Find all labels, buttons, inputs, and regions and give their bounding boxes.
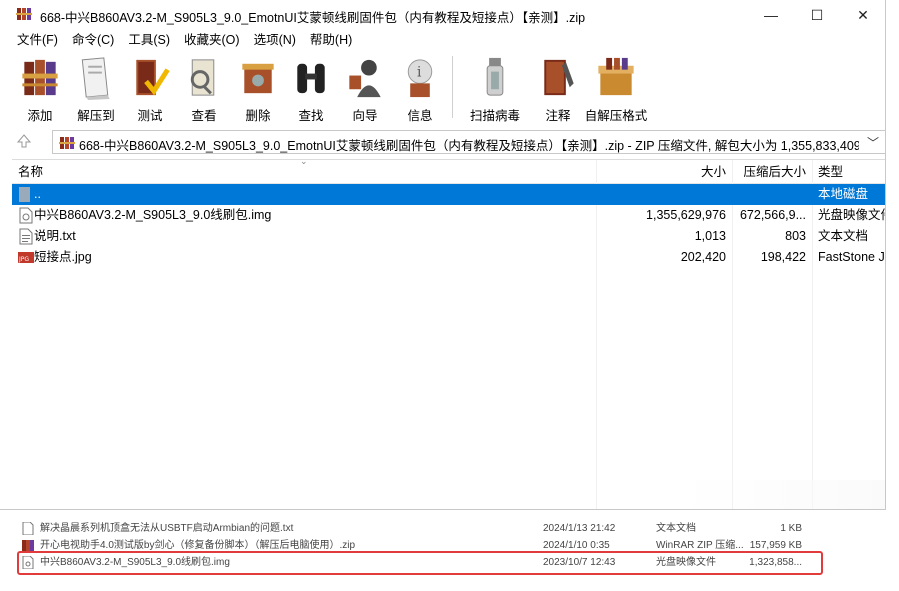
menu-commands[interactable]: 命令(C) bbox=[65, 30, 121, 50]
info-label: 信息 bbox=[407, 109, 433, 123]
list-item[interactable]: 中兴B860AV3.2-M_S905L3_9.0线刷包.img 1,355,62… bbox=[12, 205, 886, 226]
wizard-label: 向导 bbox=[352, 109, 378, 123]
file-date: 2024/1/13 21:42 bbox=[543, 523, 616, 534]
delete-box-icon bbox=[242, 63, 274, 94]
file-size: 1 KB bbox=[780, 523, 802, 534]
address-text: 668-中兴B860AV3.2-M_S905L3_9.0_EmotnUI艾蒙顿线… bbox=[79, 139, 859, 153]
address-row: 668-中兴B860AV3.2-M_S905L3_9.0_EmotnUI艾蒙顿线… bbox=[0, 128, 885, 156]
books-add-icon bbox=[22, 59, 58, 96]
file-size: 1,355,629,976 bbox=[646, 208, 726, 222]
menu-bar: 文件(F) 命令(C) 工具(S) 收藏夹(O) 选项(N) 帮助(H) bbox=[10, 30, 359, 50]
text-file-icon bbox=[22, 522, 34, 535]
find-label: 查找 bbox=[298, 109, 324, 123]
find-button[interactable]: 查找 bbox=[284, 52, 338, 124]
virus-scan-label: 扫描病毒 bbox=[469, 109, 520, 123]
sort-indicator-icon: ⌄ bbox=[300, 156, 308, 166]
extract-book-icon bbox=[81, 57, 110, 101]
column-type-header[interactable]: 类型 bbox=[818, 160, 843, 184]
maximize-button[interactable]: ☐ bbox=[794, 0, 840, 30]
file-size: 1,013 bbox=[694, 229, 726, 243]
menu-help[interactable]: 帮助(H) bbox=[303, 30, 359, 50]
extract-button[interactable]: 解压到 bbox=[68, 52, 124, 124]
svg-text:i: i bbox=[417, 65, 422, 81]
toolbar: 添加 解压到 测试 查看 删除 查找 向导 i 信息 扫描病毒 注释 自解压格式 bbox=[12, 52, 649, 124]
menu-favorites[interactable]: 收藏夹(O) bbox=[177, 30, 247, 50]
extract-label: 解压到 bbox=[77, 109, 115, 123]
file-type: FastStone JPG bbox=[818, 250, 885, 264]
file-type: 文本文档 bbox=[818, 229, 869, 243]
virus-scan-icon bbox=[486, 57, 504, 96]
list-item[interactable]: 说明.txt 1,013 803 文本文档 bbox=[12, 226, 885, 247]
delete-button[interactable]: 删除 bbox=[232, 52, 284, 124]
title-bar[interactable]: 668-中兴B860AV3.2-M_S905L3_9.0_EmotnUI艾蒙顿线… bbox=[0, 0, 885, 30]
parent-folder-icon bbox=[19, 187, 30, 202]
file-type: 本地磁盘 bbox=[818, 187, 869, 201]
file-name: 说明.txt bbox=[34, 229, 76, 243]
test-button[interactable]: 测试 bbox=[124, 52, 176, 124]
wizard-icon bbox=[349, 59, 381, 98]
jpg-file-icon: JPG bbox=[18, 252, 34, 263]
highlight-box bbox=[17, 551, 823, 575]
file-packed: 803 bbox=[785, 229, 806, 243]
wizard-button[interactable]: 向导 bbox=[338, 52, 392, 124]
file-name: .. bbox=[34, 187, 41, 201]
file-packed: 672,566,9... bbox=[739, 208, 806, 222]
menu-options[interactable]: 选项(N) bbox=[247, 30, 303, 50]
binoculars-icon bbox=[297, 63, 325, 94]
list-header: 名称 ⌄ 大小 压缩后大小 类型 bbox=[12, 156, 885, 184]
file-type: 文本文档 bbox=[656, 523, 696, 534]
chevron-down-icon[interactable]: ﹀ bbox=[867, 134, 879, 151]
file-name: 短接点.jpg bbox=[34, 250, 92, 264]
comment-book-icon bbox=[544, 59, 574, 96]
sfx-box-icon bbox=[598, 57, 634, 96]
window-title: 668-中兴B860AV3.2-M_S905L3_9.0_EmotnUI艾蒙顿线… bbox=[40, 11, 586, 25]
virus-scan-button[interactable]: 扫描病毒 bbox=[457, 52, 533, 124]
info-button[interactable]: i 信息 bbox=[392, 52, 448, 124]
list-item[interactable]: JPG 短接点.jpg 202,420 198,422 FastStone JP… bbox=[12, 247, 885, 268]
view-label: 查看 bbox=[191, 109, 217, 123]
up-arrow-icon[interactable] bbox=[16, 133, 32, 149]
delete-label: 删除 bbox=[245, 109, 271, 123]
list-item[interactable]: 解决晶晨系列机顶盒无法从USBTF启动Armbian的问题.txt 2024/1… bbox=[22, 520, 822, 537]
file-type: 光盘映像文件 bbox=[818, 208, 886, 222]
add-button[interactable]: 添加 bbox=[12, 52, 68, 124]
minimize-button[interactable]: — bbox=[748, 0, 794, 30]
info-icon: i bbox=[407, 59, 433, 98]
test-label: 测试 bbox=[137, 109, 163, 123]
disc-image-icon bbox=[19, 207, 33, 224]
archive-icon bbox=[59, 137, 75, 149]
column-size-header[interactable]: 大小 bbox=[598, 160, 726, 184]
file-size bbox=[598, 184, 726, 205]
close-button[interactable]: ✕ bbox=[840, 0, 885, 30]
menu-tools[interactable]: 工具(S) bbox=[121, 30, 177, 50]
address-bar[interactable]: 668-中兴B860AV3.2-M_S905L3_9.0_EmotnUI艾蒙顿线… bbox=[52, 130, 885, 154]
winrar-app-icon bbox=[16, 8, 32, 20]
menu-file[interactable]: 文件(F) bbox=[10, 30, 65, 50]
sfx-button[interactable]: 自解压格式 bbox=[583, 52, 649, 124]
comment-label: 注释 bbox=[545, 109, 571, 123]
list-item-parent[interactable]: .. 本地磁盘 bbox=[12, 184, 885, 205]
toolbar-separator bbox=[452, 56, 453, 118]
comment-button[interactable]: 注释 bbox=[533, 52, 583, 124]
blur-overlay bbox=[680, 480, 885, 509]
view-book-icon bbox=[190, 59, 215, 96]
winrar-window: 668-中兴B860AV3.2-M_S905L3_9.0_EmotnUI艾蒙顿线… bbox=[0, 0, 886, 510]
add-label: 添加 bbox=[27, 109, 53, 123]
file-packed: 198,422 bbox=[760, 250, 806, 264]
svg-text:JPG: JPG bbox=[18, 256, 29, 263]
column-packed-header[interactable]: 压缩后大小 bbox=[732, 160, 806, 184]
file-list: 名称 ⌄ 大小 压缩后大小 类型 .. 本地磁盘 中兴B860AV3.2-M_S… bbox=[12, 156, 886, 509]
file-name: 解决晶晨系列机顶盒无法从USBTF启动Armbian的问题.txt bbox=[40, 523, 294, 534]
test-check-icon bbox=[136, 59, 170, 96]
sfx-label: 自解压格式 bbox=[584, 109, 648, 123]
view-button[interactable]: 查看 bbox=[176, 52, 232, 124]
text-file-icon bbox=[19, 228, 33, 245]
file-name: 中兴B860AV3.2-M_S905L3_9.0线刷包.img bbox=[34, 208, 272, 222]
file-size: 202,420 bbox=[680, 250, 726, 264]
file-packed bbox=[732, 184, 806, 205]
column-name-header[interactable]: 名称 bbox=[18, 160, 43, 184]
